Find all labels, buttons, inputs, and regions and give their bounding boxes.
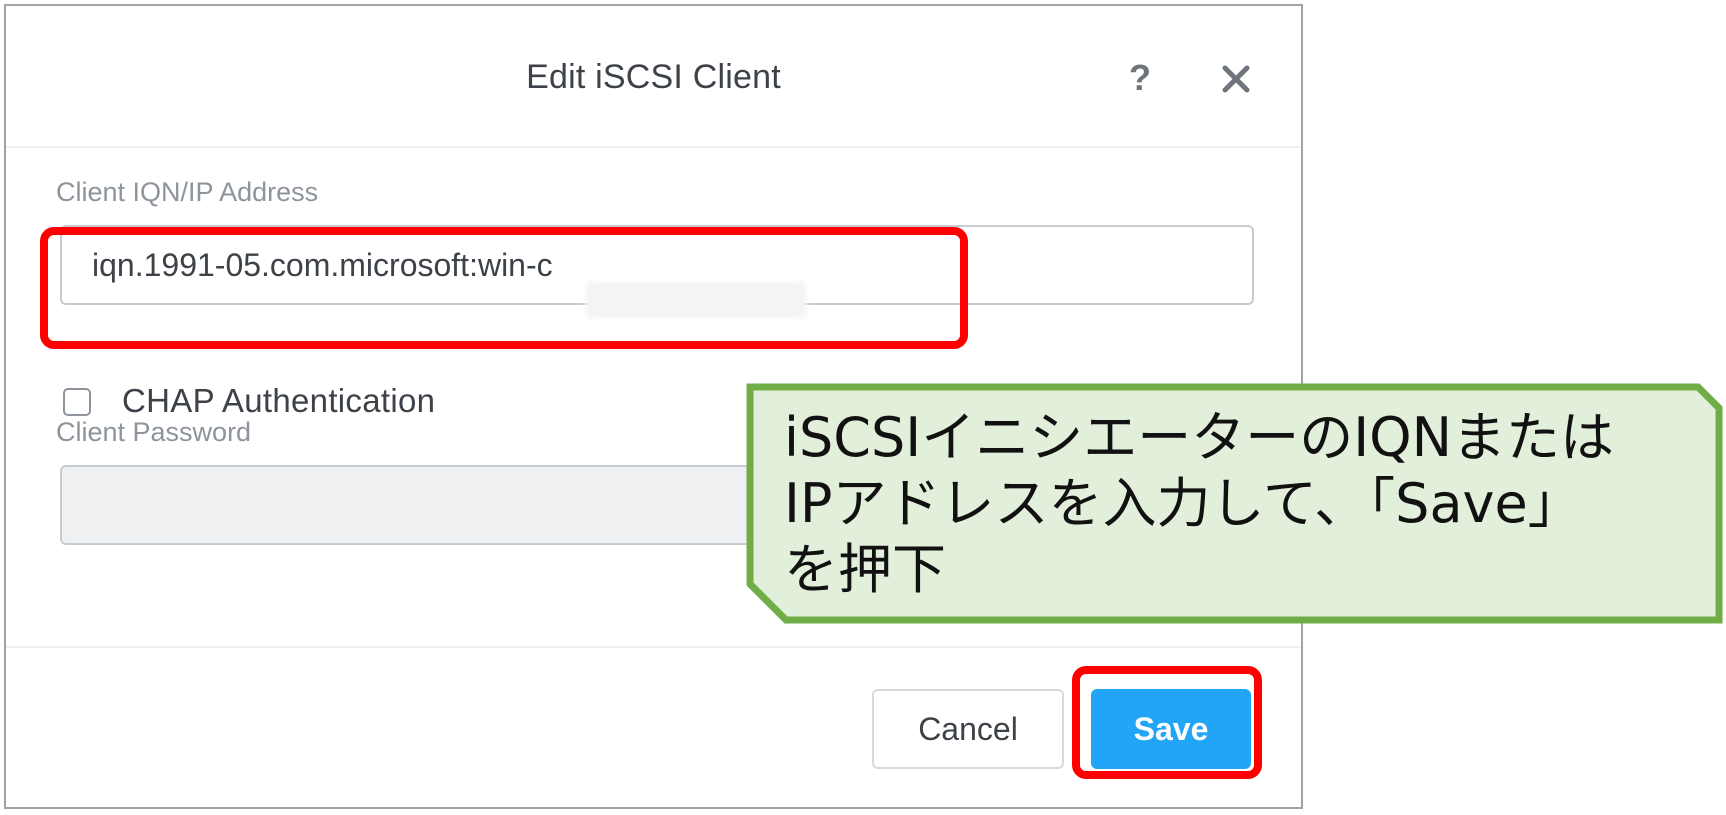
dialog-title: Edit iSCSI Client — [526, 58, 781, 96]
iqn-field-label: Client IQN/IP Address — [56, 177, 319, 207]
chap-label[interactable]: CHAP Authentication — [122, 382, 435, 420]
close-x-shape — [1222, 65, 1250, 93]
cancel-button[interactable]: Cancel — [872, 689, 1064, 769]
close-icon[interactable] — [1219, 62, 1253, 96]
save-button-highlight — [1072, 666, 1262, 779]
iqn-input-highlight — [40, 227, 968, 349]
callout-line-2: IPアドレスを入力して、「Save」 — [784, 472, 1582, 535]
callout-line-1: iSCSIイニシエーターのIQNまたは — [784, 406, 1615, 469]
dialog-header: Edit iSCSI Client ? — [6, 6, 1301, 148]
help-icon[interactable]: ? — [1122, 58, 1158, 98]
password-field-label: Client Password — [56, 417, 252, 447]
callout-line-3: を押下 — [784, 538, 946, 601]
instruction-callout: iSCSIイニシエーターのIQNまたは IPアドレスを入力して、「Save」 を… — [746, 383, 1723, 624]
footer-divider — [6, 646, 1301, 648]
chap-checkbox[interactable] — [63, 388, 91, 416]
callout-text: iSCSIイニシエーターのIQNまたは IPアドレスを入力して、「Save」 を… — [784, 405, 1704, 603]
